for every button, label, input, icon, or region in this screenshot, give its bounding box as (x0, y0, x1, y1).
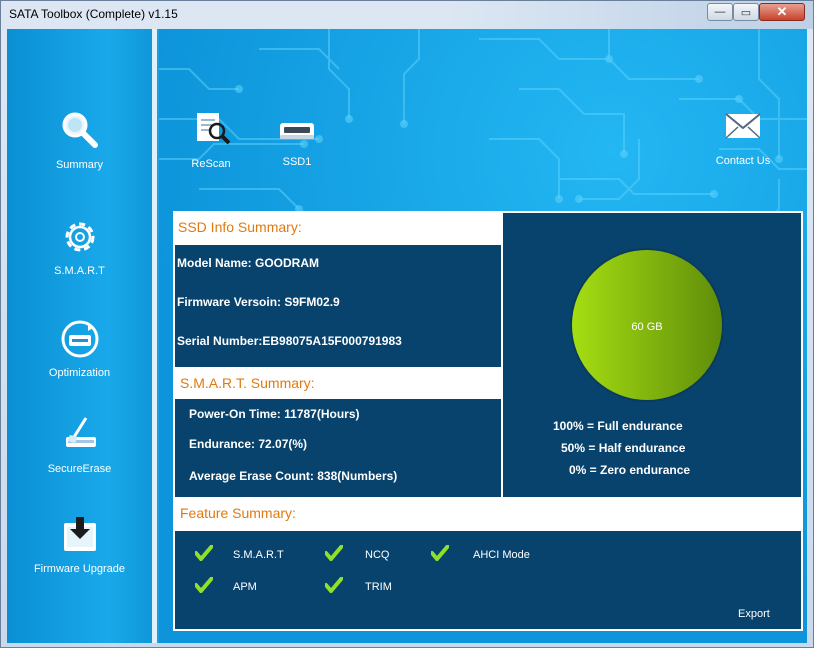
feature-summary-panel (175, 531, 801, 629)
ssd-info-header: SSD Info Summary: (175, 213, 501, 243)
sidebar-item-firmware-upgrade[interactable]: Firmware Upgrade (7, 513, 152, 575)
check-icon (325, 545, 343, 561)
serial-number-text: Serial Number:EB98075A15F000791983 (177, 334, 402, 348)
sidebar-item-label: Summary (55, 159, 104, 171)
check-icon (195, 545, 213, 561)
feature-summary-header: Feature Summary: (175, 499, 801, 529)
export-button[interactable]: Export (738, 608, 770, 620)
title-bar[interactable]: SATA Toolbox (Complete) v1.15 — ▭ ✕ (1, 1, 813, 29)
feature-apm: APM (233, 581, 257, 593)
magnifier-icon (62, 112, 98, 148)
window-title: SATA Toolbox (Complete) v1.15 (9, 7, 178, 21)
endurance-text: Endurance: 72.07(%) (189, 437, 308, 451)
check-icon (195, 577, 213, 593)
feature-ncq: NCQ (365, 549, 390, 561)
legend-full: 100% = Full endurance (553, 419, 683, 433)
sidebar-item-label: SecureErase (47, 463, 112, 475)
sidebar-item-secure-erase[interactable]: SecureErase (7, 413, 152, 475)
rescan-label: ReScan (191, 158, 231, 170)
sidebar-item-smart[interactable]: S.M.A.R.T (7, 215, 152, 277)
erase-count-text: Average Erase Count: 838(Numbers) (189, 469, 398, 483)
check-icon (431, 545, 449, 561)
sidebar-item-label: S.M.A.R.T (54, 265, 105, 277)
sidebar-item-summary[interactable]: Summary (7, 109, 152, 171)
feature-trim: TRIM (365, 581, 392, 593)
minimize-button[interactable]: — (707, 3, 733, 21)
ssd-drive-icon (280, 123, 314, 139)
download-icon (63, 517, 96, 551)
sidebar: Summary S.M.A.R.T Optimization SecureEra… (7, 29, 157, 643)
check-icon (325, 577, 343, 593)
capacity-label: 60 GB (631, 321, 662, 333)
firmware-version-text: Firmware Versoin: S9FM02.9 (177, 295, 340, 309)
client-area: Summary S.M.A.R.T Optimization SecureEra… (7, 29, 807, 643)
sidebar-item-label: Firmware Upgrade (33, 563, 126, 575)
smart-summary-header: S.M.A.R.T. Summary: (175, 369, 501, 397)
sidebar-item-label: Optimization (48, 367, 111, 379)
sidebar-item-optimization[interactable]: Optimization (7, 317, 152, 379)
gear-icon (65, 222, 94, 252)
ssd1-label: SSD1 (282, 156, 312, 168)
contact-us-button[interactable]: Contact Us (711, 111, 775, 167)
envelope-icon (725, 113, 761, 139)
maximize-button[interactable]: ▭ (733, 3, 759, 21)
close-button[interactable]: ✕ (759, 3, 805, 21)
drive-optimize-icon (61, 320, 98, 358)
rescan-button[interactable]: ReScan (191, 111, 233, 170)
feature-ahci: AHCI Mode (473, 549, 530, 561)
main-area: ReScan SSD1 Contact Us SSD Info Summary:… (159, 29, 807, 643)
legend-zero: 0% = Zero endurance (569, 463, 691, 477)
power-on-time-text: Power-On Time: 11787(Hours) (189, 407, 360, 421)
rescan-icon (197, 113, 231, 145)
model-name-text: Model Name: GOODRAM (177, 256, 320, 270)
eraser-icon (65, 417, 96, 447)
feature-smart: S.M.A.R.T (233, 549, 284, 561)
contact-us-label: Contact Us (715, 155, 771, 167)
app-window: SATA Toolbox (Complete) v1.15 — ▭ ✕ Summ… (0, 0, 814, 648)
capacity-pie: 60 GB (570, 248, 724, 402)
ssd1-drive-button[interactable]: SSD1 (277, 117, 317, 168)
legend-half: 50% = Half endurance (561, 441, 686, 455)
